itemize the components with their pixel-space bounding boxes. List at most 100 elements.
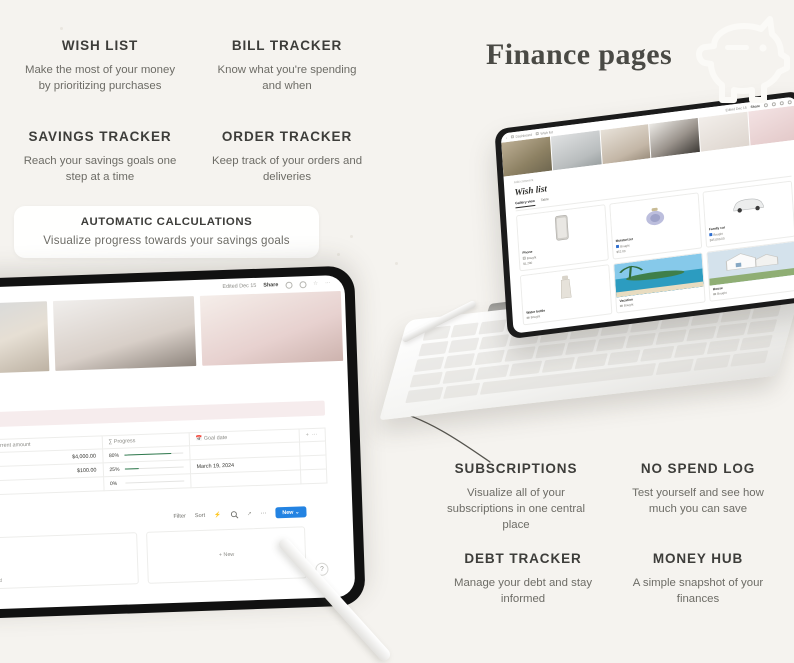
star-icon[interactable]: ☆: [313, 281, 318, 287]
card-title: AUTOMATIC CALCULATIONS: [14, 216, 319, 228]
piggy-bank-icon: [684, 14, 792, 106]
progress-indicator: 0%: [110, 478, 184, 487]
tab-gallery-view[interactable]: Gallery view: [515, 198, 535, 207]
poster-canvas: Finance pages WISH LIST Make the most of…: [0, 0, 794, 635]
cover-tile: [650, 118, 701, 158]
more-icon[interactable]: ⋯: [261, 510, 267, 516]
feature-no-spend-log: NO SPEND LOG Test yourself and see how m…: [620, 461, 776, 517]
card-desc: Visualize progress towards your savings …: [14, 234, 319, 247]
feature-desc: Know what you're spending and when: [208, 62, 366, 94]
feature-wish-list: WISH LIST Make the most of your money by…: [20, 38, 180, 94]
checkbox-icon[interactable]: [620, 305, 623, 308]
bottle-thumb-icon: [558, 273, 574, 301]
cell-goal-date[interactable]: [190, 470, 301, 488]
gallery-row: Bag Untitled + New: [0, 516, 331, 596]
new-gallery-card-button[interactable]: + New: [146, 526, 306, 584]
cover-tile: [600, 124, 651, 164]
progress-percent: 80%: [109, 452, 121, 458]
progress-percent: 25%: [109, 466, 121, 472]
checkbox-checked-icon[interactable]: [616, 245, 619, 248]
feature-title: WISH LIST: [20, 38, 180, 53]
cover-tile: [501, 137, 552, 177]
sparkle-dot: [337, 253, 340, 256]
feature-title: ORDER TRACKER: [204, 129, 370, 144]
edited-status: Edited Dec 15: [725, 105, 746, 112]
feature-title: NO SPEND LOG: [620, 461, 776, 476]
col-label: Progress: [114, 438, 136, 445]
breadcrumb-dashboard[interactable]: Dashboard: [511, 132, 532, 139]
sort-button[interactable]: Sort: [195, 512, 205, 518]
cell-spacer: [300, 469, 326, 484]
new-label: New: [282, 509, 293, 515]
more-icon[interactable]: ⋯: [325, 280, 331, 286]
feature-title: BILL TRACKER: [208, 38, 366, 53]
progress-percent: 0%: [110, 480, 122, 486]
feature-title: MONEY HUB: [620, 551, 776, 566]
feature-title: DEBT TRACKER: [444, 551, 602, 566]
gallery-card[interactable]: Untitled: [0, 532, 139, 590]
progress-indicator: 25%: [109, 464, 183, 473]
phone-thumb-icon: [554, 213, 570, 241]
nav-back-icon[interactable]: ‹: [506, 135, 507, 139]
checkbox-icon[interactable]: [713, 293, 716, 296]
table-body: $5,000.00 $4,000.00 80%: [0, 441, 327, 502]
share-button[interactable]: Share: [263, 282, 278, 289]
feature-subscriptions: SUBSCRIPTIONS Visualize all of your subs…: [438, 461, 594, 534]
filter-button[interactable]: Filter: [173, 513, 186, 519]
feature-desc: Keep track of your orders and deliveries: [204, 153, 370, 185]
gallery-card[interactable]: Water bottle Bought: [520, 264, 613, 326]
gallery-card[interactable]: Family car Bought $35,000.00: [703, 181, 794, 248]
chevron-down-icon[interactable]: ⌄: [295, 509, 300, 515]
checkbox-checked-icon[interactable]: [709, 233, 712, 236]
search-icon[interactable]: [230, 510, 238, 518]
cover-tile: [0, 301, 49, 376]
breadcrumb-label: Wish list: [540, 130, 553, 136]
expand-icon[interactable]: ↗: [247, 511, 252, 517]
lightning-icon[interactable]: ⚡: [214, 512, 221, 518]
feature-desc: Manage your debt and stay informed: [444, 575, 602, 607]
jar-thumb-icon: [643, 204, 666, 227]
checkbox-icon[interactable]: [527, 316, 530, 319]
feature-title: SAVINGS TRACKER: [16, 129, 184, 144]
breadcrumb-label: Dashboard: [515, 132, 532, 138]
cell-current-amount[interactable]: [0, 477, 104, 495]
checkbox-icon[interactable]: [523, 257, 526, 260]
tab-table[interactable]: Table: [541, 197, 549, 205]
history-icon[interactable]: [299, 281, 306, 288]
item-thumbnail: [0, 537, 134, 575]
tag-label: Bought: [624, 303, 634, 308]
comment-icon[interactable]: [285, 281, 292, 288]
cover-tile: [748, 105, 794, 145]
gallery-card[interactable]: Phone Bought $1,200: [516, 204, 609, 271]
cover-tile: [699, 112, 750, 152]
breadcrumb-wish-list[interactable]: Wish list: [536, 130, 553, 136]
gallery-card[interactable]: House Bought: [706, 240, 794, 302]
feature-desc: Make the most of your money by prioritiz…: [20, 62, 180, 94]
savings-goals-table[interactable]: # Goal amount # Current amount ∑ Progres…: [0, 428, 327, 503]
tag-label: Bought: [531, 314, 541, 319]
progress-fill: [124, 468, 139, 470]
feature-debt-tracker: DEBT TRACKER Manage your debt and stay i…: [444, 551, 602, 607]
table-more-icon[interactable]: ⋯: [312, 432, 318, 438]
item-name: Untitled: [0, 573, 134, 584]
gallery-card[interactable]: Moisturizer Bought $52.00: [609, 192, 702, 259]
progress-indicator: 80%: [109, 450, 183, 459]
table-add-column-button[interactable]: + ⋯: [299, 428, 325, 442]
tag-label: Bought: [717, 291, 727, 296]
new-card-label: + New: [219, 552, 235, 559]
progress-fill: [124, 453, 171, 456]
feature-desc: Reach your savings goals one step at a t…: [16, 153, 184, 185]
col-label: Goal date: [204, 435, 228, 442]
new-record-button[interactable]: New ⌄: [275, 506, 306, 518]
cell-progress[interactable]: 0%: [103, 474, 191, 491]
feature-desc: Visualize all of your subscriptions in o…: [438, 485, 594, 534]
sparkle-dot: [60, 27, 63, 30]
col-icon: 📅: [196, 436, 204, 442]
gallery-card[interactable]: Vacation Bought: [613, 252, 706, 314]
feature-desc: Test yourself and see how much you can s…: [620, 485, 776, 517]
progress-bar: [124, 452, 183, 455]
cover-tile: [200, 291, 343, 366]
cell-spacer: [300, 441, 326, 456]
tablet-screen[interactable]: ‹ Dashboard Wish list Edited Dec 15 Shar…: [501, 96, 794, 333]
sparkle-dot: [350, 235, 353, 238]
